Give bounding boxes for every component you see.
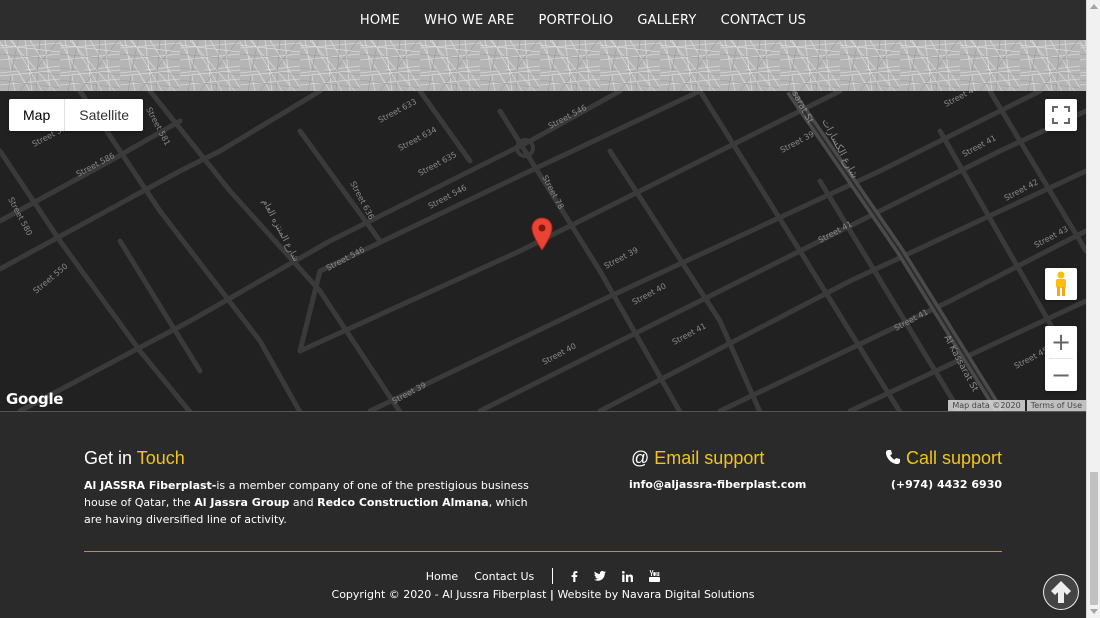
street-label: Street 39	[391, 380, 428, 405]
call-support-title: Call support	[905, 448, 1002, 468]
twitter-icon[interactable]	[594, 571, 607, 581]
about-text-part: and	[289, 496, 318, 509]
heading-highlight: Touch	[136, 448, 185, 468]
street-label: Street 43	[1033, 224, 1070, 249]
page: HOME WHO WE ARE PORTFOLIO GALLERY CONTAC…	[0, 0, 1100, 618]
top-nav: HOME WHO WE ARE PORTFOLIO GALLERY CONTAC…	[0, 0, 1086, 40]
page-scrollbar[interactable]	[1086, 0, 1100, 618]
fullscreen-button[interactable]	[1045, 99, 1077, 131]
street-label: Street 550	[32, 262, 70, 296]
site-footer: Get in Touch Al JASSRA Fiberplast-is a m…	[0, 412, 1086, 618]
zoom-out-button[interactable]: −	[1045, 359, 1077, 391]
youtube-icon[interactable]	[649, 570, 661, 582]
about-text: Al JASSRA Fiberplast-is a member company…	[84, 477, 534, 528]
pegman-icon	[1056, 271, 1066, 296]
fullscreen-icon	[1052, 106, 1070, 124]
street-label: Street 78	[540, 174, 565, 211]
google-logo: Google	[6, 390, 64, 408]
email-link[interactable]: info@aljassra-fiberplast.com	[629, 478, 806, 491]
street-label: Street 546	[325, 245, 366, 273]
phone-link[interactable]: (+974) 4432 6930	[891, 478, 1002, 491]
nav-portfolio[interactable]: PORTFOLIO	[526, 13, 625, 28]
copyright-text: Copyright © 2020 - Al Jussra Fiberplast	[331, 588, 547, 601]
email-support-title: Email support	[654, 448, 765, 468]
linkedin-icon[interactable]	[622, 570, 634, 582]
nav-contact-us[interactable]: CONTACT US	[709, 13, 819, 28]
street-label: Street 41	[671, 321, 708, 346]
map-type-control: Map Satellite	[9, 99, 144, 131]
fiber-texture-banner	[0, 40, 1086, 91]
copyright-separator: |	[549, 588, 554, 601]
footer-divider	[84, 551, 1002, 552]
street-label: Street 586	[75, 151, 116, 179]
map-roads: Street 633 Street 634 Street 635 Street …	[0, 91, 1086, 411]
arrow-up-circle-icon	[1044, 575, 1078, 609]
copyright: Copyright © 2020 - Al Jussra Fiberplast …	[0, 588, 1086, 601]
street-label: Street 39	[603, 245, 640, 270]
website-credit[interactable]: Website by Navara Digital Solutions	[557, 588, 754, 601]
zoom-control: + −	[1045, 326, 1077, 391]
map-data-credit: Map data ©2020	[948, 400, 1025, 411]
street-label: Street 40	[943, 91, 980, 109]
footer-link-separator	[552, 568, 554, 584]
street-label: sarat St	[789, 91, 815, 126]
terms-of-use-link[interactable]: Terms of Use	[1026, 400, 1086, 411]
street-label: Street 39	[779, 129, 816, 154]
street-label: Street 635	[417, 150, 458, 178]
map-type-map-button[interactable]: Map	[9, 99, 64, 131]
call-support-heading: Call support	[885, 448, 1002, 469]
map-pin-icon[interactable]	[531, 217, 553, 251]
map-attribution: Map data ©2020 Terms of Use	[946, 400, 1086, 411]
scroll-to-top-button[interactable]	[1043, 574, 1079, 610]
scroll-up-arrow[interactable]	[1090, 4, 1098, 9]
brand-name: Al JASSRA Fiberplast-	[84, 479, 217, 492]
nav-who-we-are[interactable]: WHO WE ARE	[412, 13, 526, 28]
get-in-touch-heading: Get in Touch	[84, 448, 185, 469]
footer-link-home[interactable]: Home	[426, 570, 458, 583]
google-map[interactable]: Street 633 Street 634 Street 635 Street …	[0, 91, 1086, 412]
street-label: Street 633	[377, 97, 418, 125]
facebook-icon[interactable]	[571, 570, 578, 582]
footer-links: Home Contact Us	[0, 568, 1086, 584]
group-name: Al Jassra Group	[194, 496, 290, 509]
scrollbar-thumb[interactable]	[1090, 472, 1098, 605]
map-type-satellite-button[interactable]: Satellite	[65, 99, 143, 131]
email-support-heading: @ Email support	[631, 448, 764, 469]
street-label: Street 546	[547, 103, 588, 131]
zoom-in-button[interactable]: +	[1045, 326, 1077, 358]
phone-icon	[885, 450, 900, 464]
scroll-down-arrow[interactable]	[1090, 609, 1098, 614]
street-view-pegman-button[interactable]	[1045, 268, 1077, 300]
street-label: Street 634	[397, 125, 438, 153]
nav-gallery[interactable]: GALLERY	[625, 13, 708, 28]
at-icon: @	[631, 448, 650, 468]
nav-home[interactable]: HOME	[348, 13, 412, 28]
redco-name: Redco Construction Almana	[317, 496, 489, 509]
heading-part: Get in	[84, 448, 133, 468]
footer-link-contact[interactable]: Contact Us	[474, 570, 534, 583]
